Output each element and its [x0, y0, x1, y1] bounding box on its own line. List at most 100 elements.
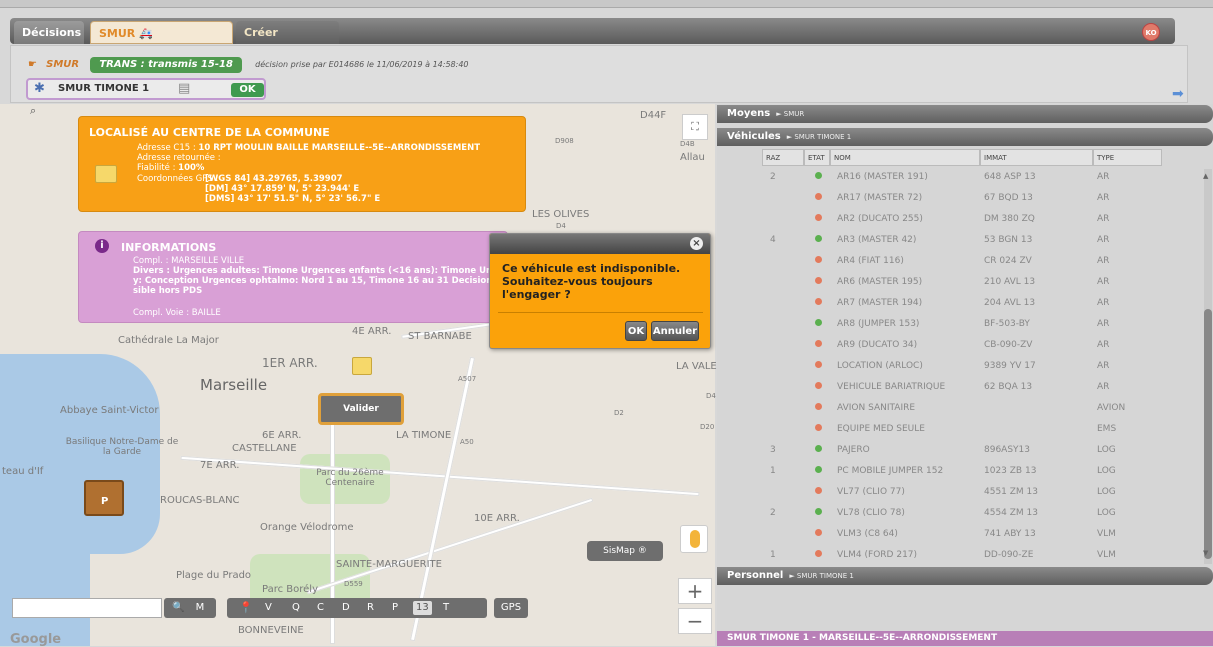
map-label: D4B [680, 140, 695, 148]
scroll-down-icon[interactable]: ▼ [1203, 549, 1208, 557]
filter-r[interactable]: R [367, 598, 374, 618]
cell-nom: AR7 (MASTER 194) [837, 298, 923, 308]
table-row[interactable]: AR6 (MASTER 195) 210 AVL 13 AR [762, 274, 1162, 295]
section-moyens[interactable]: Moyens ► SMUR [717, 105, 1213, 123]
cell-nom: VL78 (CLIO 78) [837, 508, 905, 518]
cell-raz: 2 [770, 172, 776, 182]
filter-v[interactable]: V [265, 598, 272, 618]
info-divers-3: sible hors PDS [133, 286, 203, 296]
status-dot-icon [815, 487, 822, 494]
table-row[interactable]: 2 VL78 (CLIO 78) 4554 ZM 13 LOG [762, 505, 1162, 526]
table-row[interactable]: AR17 (MASTER 72) 67 BQD 13 AR [762, 190, 1162, 211]
table-row[interactable]: LOCATION (ARLOC) 9389 YV 17 AR [762, 358, 1162, 379]
table-row[interactable]: 3 PAJERO 896ASY13 LOG [762, 442, 1162, 463]
cell-immat: 648 ASP 13 [984, 172, 1036, 182]
cell-type: AR [1097, 256, 1110, 266]
sismap-button[interactable]: SisMap ® [587, 541, 663, 561]
map-search-icon[interactable]: ⌕ [30, 104, 36, 118]
table-row[interactable]: VLM3 (C8 64) 741 ABY 13 VLM [762, 526, 1162, 547]
pin-icon[interactable]: 📍 [239, 598, 253, 618]
zoom-in-button[interactable]: + [678, 578, 712, 604]
dialog-ok-button[interactable]: OK [625, 321, 647, 341]
decision-meta: décision prise par E014686 le 11/06/2019… [255, 60, 469, 69]
moyens-label: Moyens [727, 108, 771, 119]
table-row[interactable]: AR7 (MASTER 194) 204 AVL 13 AR [762, 295, 1162, 316]
map-label: D908 [555, 137, 574, 145]
cell-nom: AVION SANITAIRE [837, 403, 916, 413]
map-label: Parc Borély [262, 584, 318, 595]
col-immat[interactable]: IMMAT [980, 149, 1093, 166]
gps-button[interactable]: GPS [494, 598, 528, 618]
map-label: LES OLIVES [532, 209, 590, 220]
road [180, 455, 700, 497]
table-row[interactable]: EQUIPE MED SEULE EMS [762, 421, 1162, 442]
table-row[interactable]: AR2 (DUCATO 255) DM 380 ZQ AR [762, 211, 1162, 232]
filter-q[interactable]: Q [292, 598, 300, 618]
cell-immat: 4554 ZM 13 [984, 508, 1039, 518]
scroll-up-icon[interactable]: ▲ [1203, 172, 1208, 180]
table-row[interactable]: 1 VLM4 (FORD 217) DD-090-ZE VLM [762, 547, 1162, 568]
cell-nom: VL77 (CLIO 77) [837, 487, 905, 497]
toolbox-icon[interactable]: P [84, 480, 124, 516]
printer-icon[interactable]: ▤ [178, 81, 190, 96]
map-search-input[interactable] [12, 598, 162, 618]
status-dot-icon [815, 361, 822, 368]
fiabilite-label: Fiabilité : [137, 163, 179, 173]
pegman-icon[interactable] [680, 525, 708, 553]
coords-dms: [DMS] 43° 17' 51.5" N, 5° 23' 56.7" E [205, 194, 381, 204]
table-row[interactable]: AVION SANITAIRE AVION [762, 400, 1162, 421]
map-label: Orange Vélodrome [260, 522, 354, 533]
tab-smur[interactable]: SMUR 🚑 [90, 21, 233, 44]
map-label: 7E ARR. [200, 460, 240, 471]
filter-p[interactable]: P [392, 598, 398, 618]
table-row[interactable]: 2 AR16 (MASTER 191) 648 ASP 13 AR [762, 169, 1162, 190]
top-strip [0, 0, 1213, 8]
filter-c[interactable]: C [317, 598, 324, 618]
scrollbar-thumb[interactable] [1204, 309, 1212, 559]
fiabilite-line: Fiabilité : 100% [137, 163, 204, 173]
dialog-cancel-button[interactable]: Annuler [651, 321, 699, 341]
table-row[interactable]: AR4 (FIAT 116) CR 024 ZV AR [762, 253, 1162, 274]
arrow-right-icon[interactable]: ➡ [1172, 86, 1184, 102]
filter-13[interactable]: 13 [413, 601, 432, 615]
map-label: D559 [344, 580, 363, 588]
cell-raz: 3 [770, 445, 776, 455]
cell-type: EMS [1097, 424, 1117, 434]
table-row[interactable]: VL77 (CLIO 77) 4551 ZM 13 LOG [762, 484, 1162, 505]
unit-ok-button[interactable]: OK [231, 83, 264, 97]
filter-d[interactable]: D [342, 598, 350, 618]
info-compl: Compl. : MARSEILLE VILLE [133, 256, 245, 266]
table-row[interactable]: AR8 (JUMPER 153) BF-503-BY AR [762, 316, 1162, 337]
cell-nom: VEHICULE BARIATRIQUE [837, 382, 946, 392]
status-dot-icon [815, 319, 822, 326]
section-vehicules[interactable]: Véhicules ► SMUR TIMONE 1 [717, 128, 1213, 146]
map-filters: 📍 V Q C D R P 13 T [227, 598, 487, 618]
decision-label: SMUR [46, 59, 80, 70]
fullscreen-icon[interactable]: ⛶ [682, 114, 708, 140]
status-dot-icon [815, 382, 822, 389]
col-type[interactable]: TYPE [1093, 149, 1162, 166]
ko-button[interactable]: KO [1142, 23, 1160, 41]
map-marker-icon[interactable] [352, 357, 372, 375]
map-search-button[interactable]: 🔍 M [164, 598, 216, 618]
col-etat[interactable]: ETAT [804, 149, 830, 166]
table-row[interactable]: AR9 (DUCATO 34) CB-090-ZV AR [762, 337, 1162, 358]
map-label: SAINTE-MARGUERITE [336, 559, 442, 570]
map-label: LA TIMONE [396, 430, 452, 441]
valider-button[interactable]: Valider [318, 393, 404, 425]
table-row[interactable]: 4 AR3 (MASTER 42) 53 BGN 13 AR [762, 232, 1162, 253]
close-icon[interactable]: × [690, 237, 703, 250]
tab-decisions[interactable]: Décisions [14, 21, 84, 44]
table-row[interactable]: 1 PC MOBILE JUMPER 152 1023 ZB 13 LOG [762, 463, 1162, 484]
zoom-out-button[interactable]: − [678, 608, 712, 634]
col-raz[interactable]: RAZ [762, 149, 804, 166]
filter-t[interactable]: T [443, 598, 449, 618]
table-row[interactable]: VEHICULE BARIATRIQUE 62 BQA 13 AR [762, 379, 1162, 400]
cell-raz: 4 [770, 235, 776, 245]
col-nom[interactable]: NOM [830, 149, 980, 166]
section-personnel[interactable]: Personnel ► SMUR TIMONE 1 [717, 567, 1213, 585]
cell-immat: 741 ABY 13 [984, 529, 1036, 539]
unit-box: ✱ SMUR TIMONE 1 ▤ OK [26, 78, 266, 100]
map-label: D44F [640, 110, 667, 121]
tab-create-decision[interactable]: Créer décision+ [236, 21, 339, 64]
